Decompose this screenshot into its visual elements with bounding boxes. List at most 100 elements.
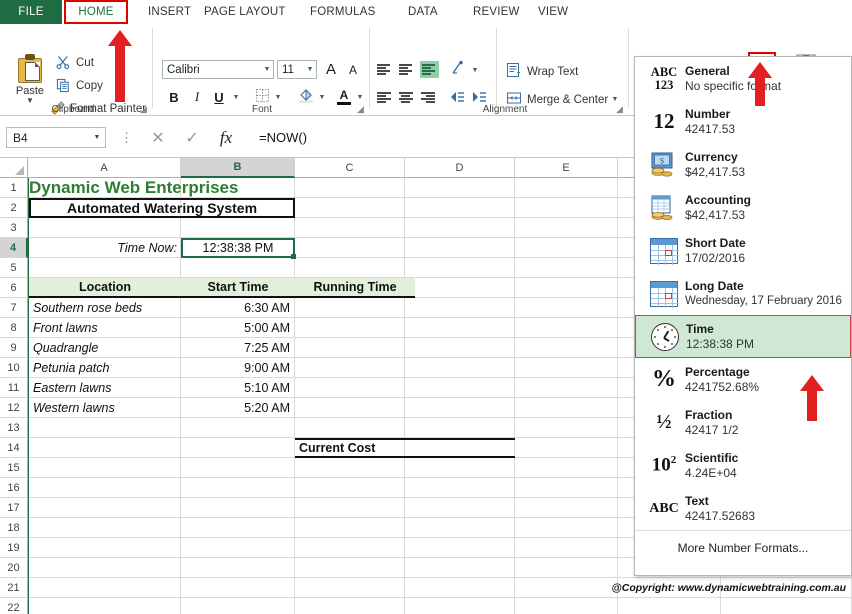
- cell-b12[interactable]: 5:20 AM: [181, 398, 295, 418]
- grid-cell[interactable]: [295, 398, 405, 418]
- cell-c14[interactable]: Current Cost: [295, 438, 515, 458]
- grid-cell[interactable]: [405, 258, 515, 278]
- dropdown-item-short-date[interactable]: Short Date 17/02/2016: [635, 229, 851, 272]
- row-header-8[interactable]: 8: [0, 318, 28, 338]
- number-format-dropdown[interactable]: ABC123 General No specific format 12 Num…: [634, 56, 852, 576]
- grid-cell[interactable]: [181, 598, 295, 614]
- grid-cell[interactable]: [405, 478, 515, 498]
- confirm-formula-button[interactable]: ✓: [180, 128, 204, 148]
- grid-cell[interactable]: [181, 538, 295, 558]
- dropdown-item-general[interactable]: ABC123 General No specific format: [635, 57, 851, 100]
- row-header-9[interactable]: 9: [0, 338, 28, 358]
- grid-cell[interactable]: [29, 538, 181, 558]
- underline-dropdown-caret-icon[interactable]: ▼: [231, 90, 241, 104]
- dropdown-item-scientific[interactable]: 102 Scientific 4.24E+04: [635, 444, 851, 487]
- grid-cell[interactable]: [405, 578, 515, 598]
- row-header-7[interactable]: 7: [0, 298, 28, 318]
- cell-a12[interactable]: Western lawns: [33, 398, 181, 418]
- dropdown-item-text[interactable]: ABC Text 42417.52683: [635, 487, 851, 530]
- grid-cell[interactable]: [515, 378, 618, 398]
- grid-cell[interactable]: [181, 498, 295, 518]
- cut-button[interactable]: Cut: [56, 55, 94, 70]
- font-name-caret-icon[interactable]: ▼: [261, 66, 273, 73]
- grid-cell[interactable]: [405, 318, 515, 338]
- grid-cell[interactable]: [515, 258, 618, 278]
- column-header-a[interactable]: A: [28, 158, 181, 178]
- grid-cell[interactable]: [515, 278, 618, 298]
- dropdown-item-number[interactable]: 12 Number 42417.53: [635, 100, 851, 143]
- cell-a1[interactable]: Dynamic Web Enterprises: [29, 178, 294, 198]
- grid-cell[interactable]: [515, 178, 618, 198]
- grid-cell[interactable]: [515, 538, 618, 558]
- row-header-22[interactable]: 22: [0, 598, 28, 614]
- font-size-caret-icon[interactable]: ▼: [304, 66, 316, 73]
- fill-color-caret-icon[interactable]: ▼: [317, 90, 327, 104]
- cell-b8[interactable]: 5:00 AM: [181, 318, 295, 338]
- cell-b11[interactable]: 5:10 AM: [181, 378, 295, 398]
- paste-button[interactable]: Paste ▼: [8, 54, 52, 104]
- cell-b4[interactable]: 12:38:38 PM: [182, 238, 294, 258]
- grid-cell[interactable]: [181, 418, 295, 438]
- grid-cell[interactable]: [295, 578, 405, 598]
- grid-cell[interactable]: [295, 498, 405, 518]
- grid-cell[interactable]: [181, 518, 295, 538]
- dropdown-item-currency[interactable]: $ Currency $42,417.53: [635, 143, 851, 186]
- fill-color-button[interactable]: [297, 87, 315, 105]
- tab-insert[interactable]: INSERT: [140, 0, 199, 24]
- cell-a8[interactable]: Front lawns: [33, 318, 181, 338]
- grid-cell[interactable]: [29, 438, 181, 458]
- more-number-formats-button[interactable]: More Number Formats...: [635, 530, 851, 564]
- borders-dropdown-caret-icon[interactable]: ▼: [273, 90, 283, 104]
- cell-b7[interactable]: 6:30 AM: [181, 298, 295, 318]
- grid-cell[interactable]: [295, 458, 405, 478]
- grid-cell[interactable]: [29, 518, 181, 538]
- grid-cell[interactable]: [515, 318, 618, 338]
- grid-cell[interactable]: [515, 558, 618, 578]
- grid-cell[interactable]: [295, 318, 405, 338]
- clipboard-dialog-launcher[interactable]: ◢: [140, 104, 147, 115]
- grid-cell[interactable]: [405, 378, 515, 398]
- tab-review[interactable]: REVIEW: [465, 0, 528, 24]
- grid-cell[interactable]: [405, 278, 515, 298]
- grid-cell[interactable]: [181, 218, 295, 238]
- grid-cell[interactable]: [295, 198, 405, 218]
- grid-cell[interactable]: [405, 538, 515, 558]
- row-header-21[interactable]: 21: [0, 578, 28, 598]
- tab-data[interactable]: DATA: [400, 0, 446, 24]
- formula-input[interactable]: =NOW(): [253, 127, 633, 148]
- grid-cell[interactable]: [405, 198, 515, 218]
- row-header-20[interactable]: 20: [0, 558, 28, 578]
- row-header-6[interactable]: 6: [0, 278, 28, 298]
- align-bottom-button[interactable]: [420, 61, 439, 78]
- column-header-b[interactable]: B: [181, 158, 295, 178]
- grid-cell[interactable]: [515, 498, 618, 518]
- grid-cell[interactable]: [405, 498, 515, 518]
- grid-cell[interactable]: [29, 478, 181, 498]
- grid-cell[interactable]: [515, 458, 618, 478]
- cell-a10[interactable]: Petunia patch: [33, 358, 181, 378]
- cell-b9[interactable]: 7:25 AM: [181, 338, 295, 358]
- align-center-button[interactable]: [398, 90, 415, 105]
- decrease-font-size-button[interactable]: A: [344, 60, 362, 79]
- grid-cell[interactable]: [295, 418, 405, 438]
- grid-cell[interactable]: [515, 198, 618, 218]
- cell-b6[interactable]: Start Time: [181, 278, 295, 298]
- grid-cell[interactable]: [295, 558, 405, 578]
- wrap-text-button[interactable]: Wrap Text: [506, 62, 578, 81]
- grid-cell[interactable]: [181, 478, 295, 498]
- row-header-4[interactable]: 4: [0, 238, 28, 258]
- grid-cell[interactable]: [29, 218, 181, 238]
- grid-cell[interactable]: [721, 598, 852, 614]
- grid-cell[interactable]: [29, 578, 181, 598]
- cell-a11[interactable]: Eastern lawns: [33, 378, 181, 398]
- grid-cell[interactable]: [295, 358, 405, 378]
- cell-a9[interactable]: Quadrangle: [33, 338, 181, 358]
- grid-cell[interactable]: [405, 558, 515, 578]
- grid-cell[interactable]: [515, 338, 618, 358]
- dropdown-item-accounting[interactable]: Accounting $42,417.53: [635, 186, 851, 229]
- dropdown-item-long-date[interactable]: Long Date Wednesday, 17 February 2016: [635, 272, 851, 315]
- align-right-button[interactable]: [420, 90, 437, 105]
- cell-a2[interactable]: Automated Watering System: [29, 198, 295, 218]
- font-name-combo[interactable]: Calibri ▼: [162, 60, 274, 79]
- grid-cell[interactable]: [515, 418, 618, 438]
